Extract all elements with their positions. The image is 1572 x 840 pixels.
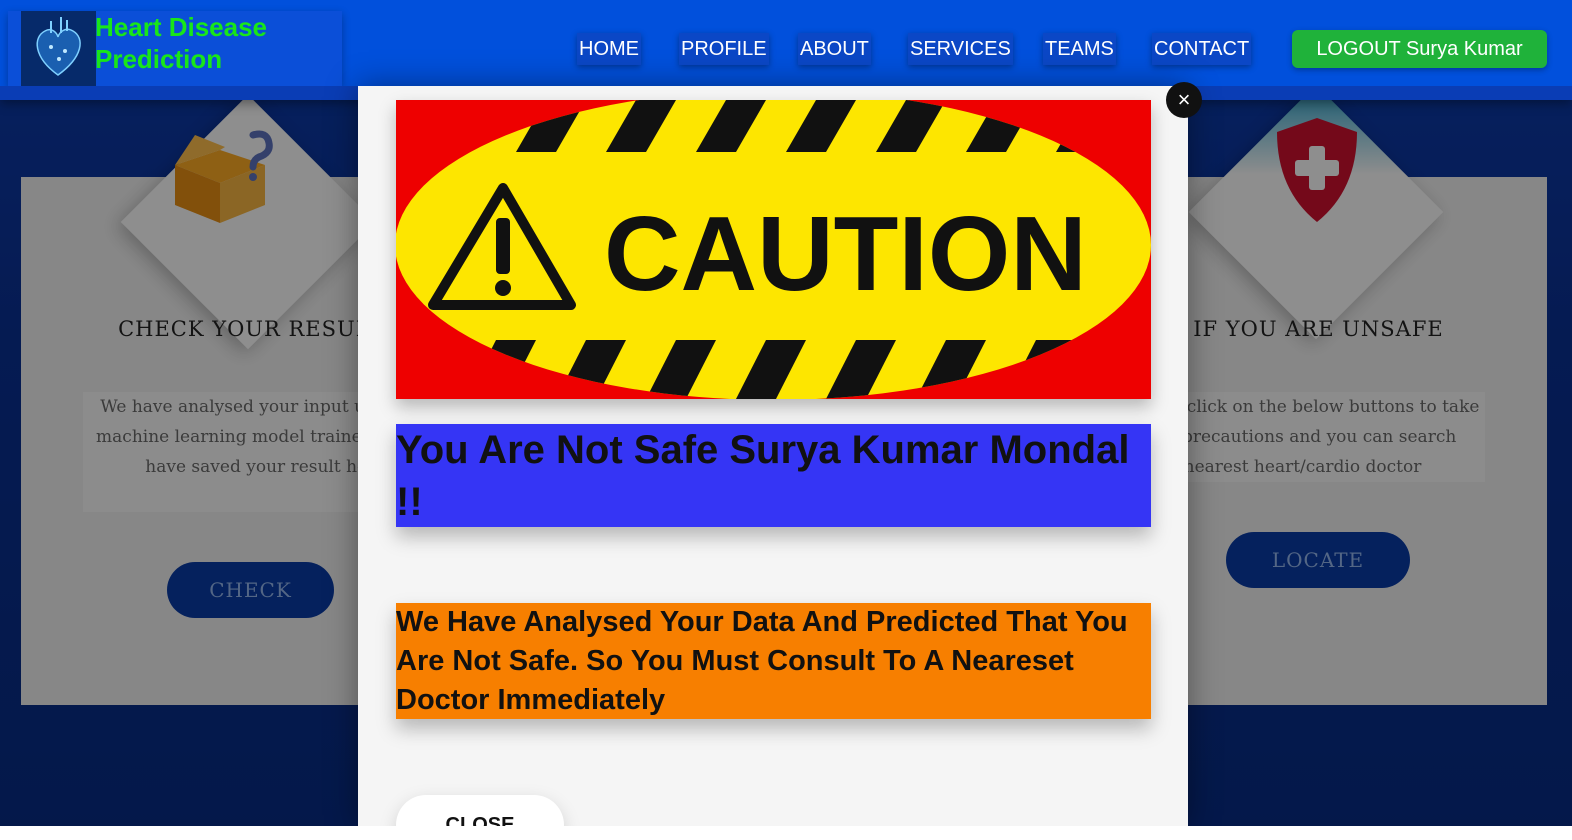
page-bottom-strip	[0, 826, 1572, 840]
alert-message-box: We Have Analysed Your Data And Predicted…	[396, 603, 1151, 719]
nav-about[interactable]: ABOUT	[798, 33, 871, 65]
brand[interactable]: Heart Disease Prediction	[8, 11, 342, 86]
alert-title-box: You Are Not Safe Surya Kumar Mondal !!	[396, 424, 1151, 527]
nav-teams[interactable]: TEAMS	[1043, 33, 1116, 65]
nav-contact[interactable]: CONTACT	[1152, 33, 1252, 65]
alert-title: You Are Not Safe Surya Kumar Mondal !!	[396, 428, 1130, 524]
logout-button[interactable]: LOGOUT Surya Kumar	[1292, 30, 1547, 68]
close-icon[interactable]: ×	[1166, 82, 1202, 118]
brand-name: Heart Disease Prediction	[95, 12, 267, 74]
nav-profile[interactable]: PROFILE	[679, 33, 769, 65]
top-navbar: Heart Disease Prediction HOME PROFILE AB…	[0, 0, 1572, 100]
nav-services[interactable]: SERVICES	[908, 33, 1013, 65]
heart-anatomy-icon	[21, 11, 96, 86]
nav-home[interactable]: HOME	[577, 33, 641, 65]
alert-message: We Have Analysed Your Data And Predicted…	[396, 606, 1128, 716]
caution-text: CAUTION	[604, 195, 1087, 313]
caution-banner: CAUTION	[396, 100, 1151, 399]
